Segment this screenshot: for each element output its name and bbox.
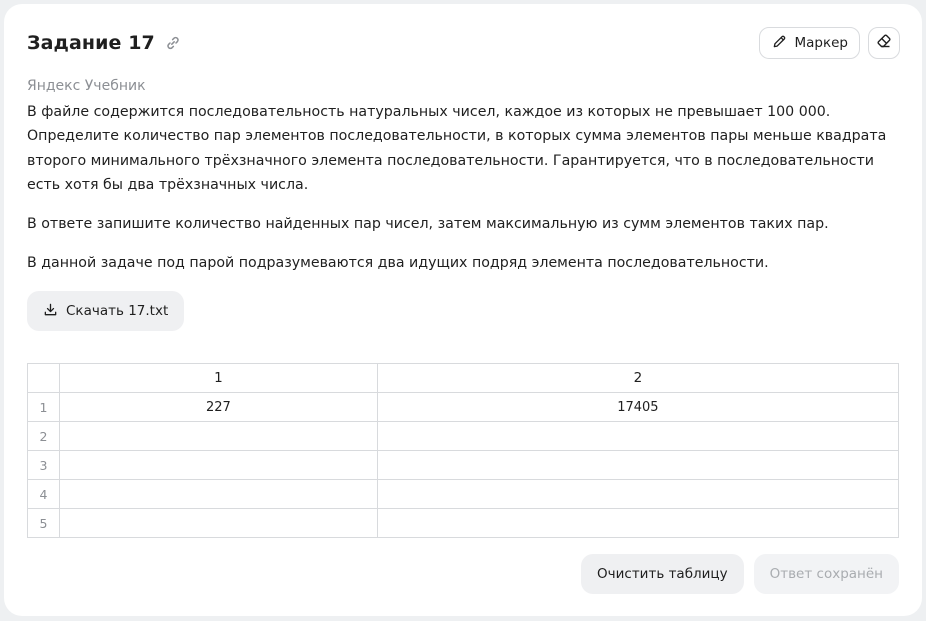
table-header-row: 1 2 [27,363,900,393]
table-row: 1 227 17405 [27,392,900,422]
toolbar: Маркер [759,27,900,59]
answer-cell[interactable] [376,450,900,480]
action-bar: Очистить таблицу Ответ сохранён [581,554,899,594]
table-row: 5 [27,508,900,538]
answer-cell[interactable] [59,508,378,538]
answer-cell[interactable] [376,421,900,451]
clear-table-button[interactable]: Очистить таблицу [581,554,744,594]
row-index: 2 [27,421,60,451]
task-paragraph: В данной задаче под парой подразумеваютс… [27,255,769,272]
eraser-icon [876,33,892,53]
row-index: 1 [27,392,60,422]
pencil-icon [772,34,787,53]
marker-label: Маркер [794,35,848,51]
table-row: 3 [27,450,900,480]
answer-cell[interactable] [59,450,378,480]
answer-saved-button: Ответ сохранён [753,554,899,594]
answer-cell[interactable] [376,479,900,509]
table-row: 2 [27,421,900,451]
column-header: 1 [59,363,378,393]
answer-cell[interactable] [376,508,900,538]
answer-cell[interactable] [59,421,378,451]
eraser-button[interactable] [868,27,900,59]
answer-cell[interactable]: 17405 [376,392,900,422]
source-label: Яндекс Учебник [27,78,146,94]
row-index: 4 [27,479,60,509]
title-row: Задание 17 [27,32,181,54]
task-paragraph: В ответе запишите количество найденных п… [27,216,829,233]
row-index: 5 [27,508,60,538]
answer-table: 1 2 1 227 17405 2 3 4 5 [27,363,900,538]
task-title: Задание 17 [27,32,155,54]
corner-cell [27,363,60,393]
row-index: 3 [27,450,60,480]
download-button[interactable]: Скачать 17.txt [27,291,185,331]
download-icon [43,302,58,321]
task-card: Задание 17 Маркер Яндекс Учебник В файле… [4,4,922,616]
task-paragraph: В файле содержится последовательность на… [27,104,887,193]
download-label: Скачать 17.txt [66,303,169,319]
task-text: В файле содержится последовательность на… [27,100,907,291]
answer-cell[interactable]: 227 [59,392,378,422]
table-row: 4 [27,479,900,509]
column-header: 2 [376,363,900,393]
marker-button[interactable]: Маркер [759,27,860,59]
answer-cell[interactable] [59,479,378,509]
link-icon[interactable] [165,35,181,51]
